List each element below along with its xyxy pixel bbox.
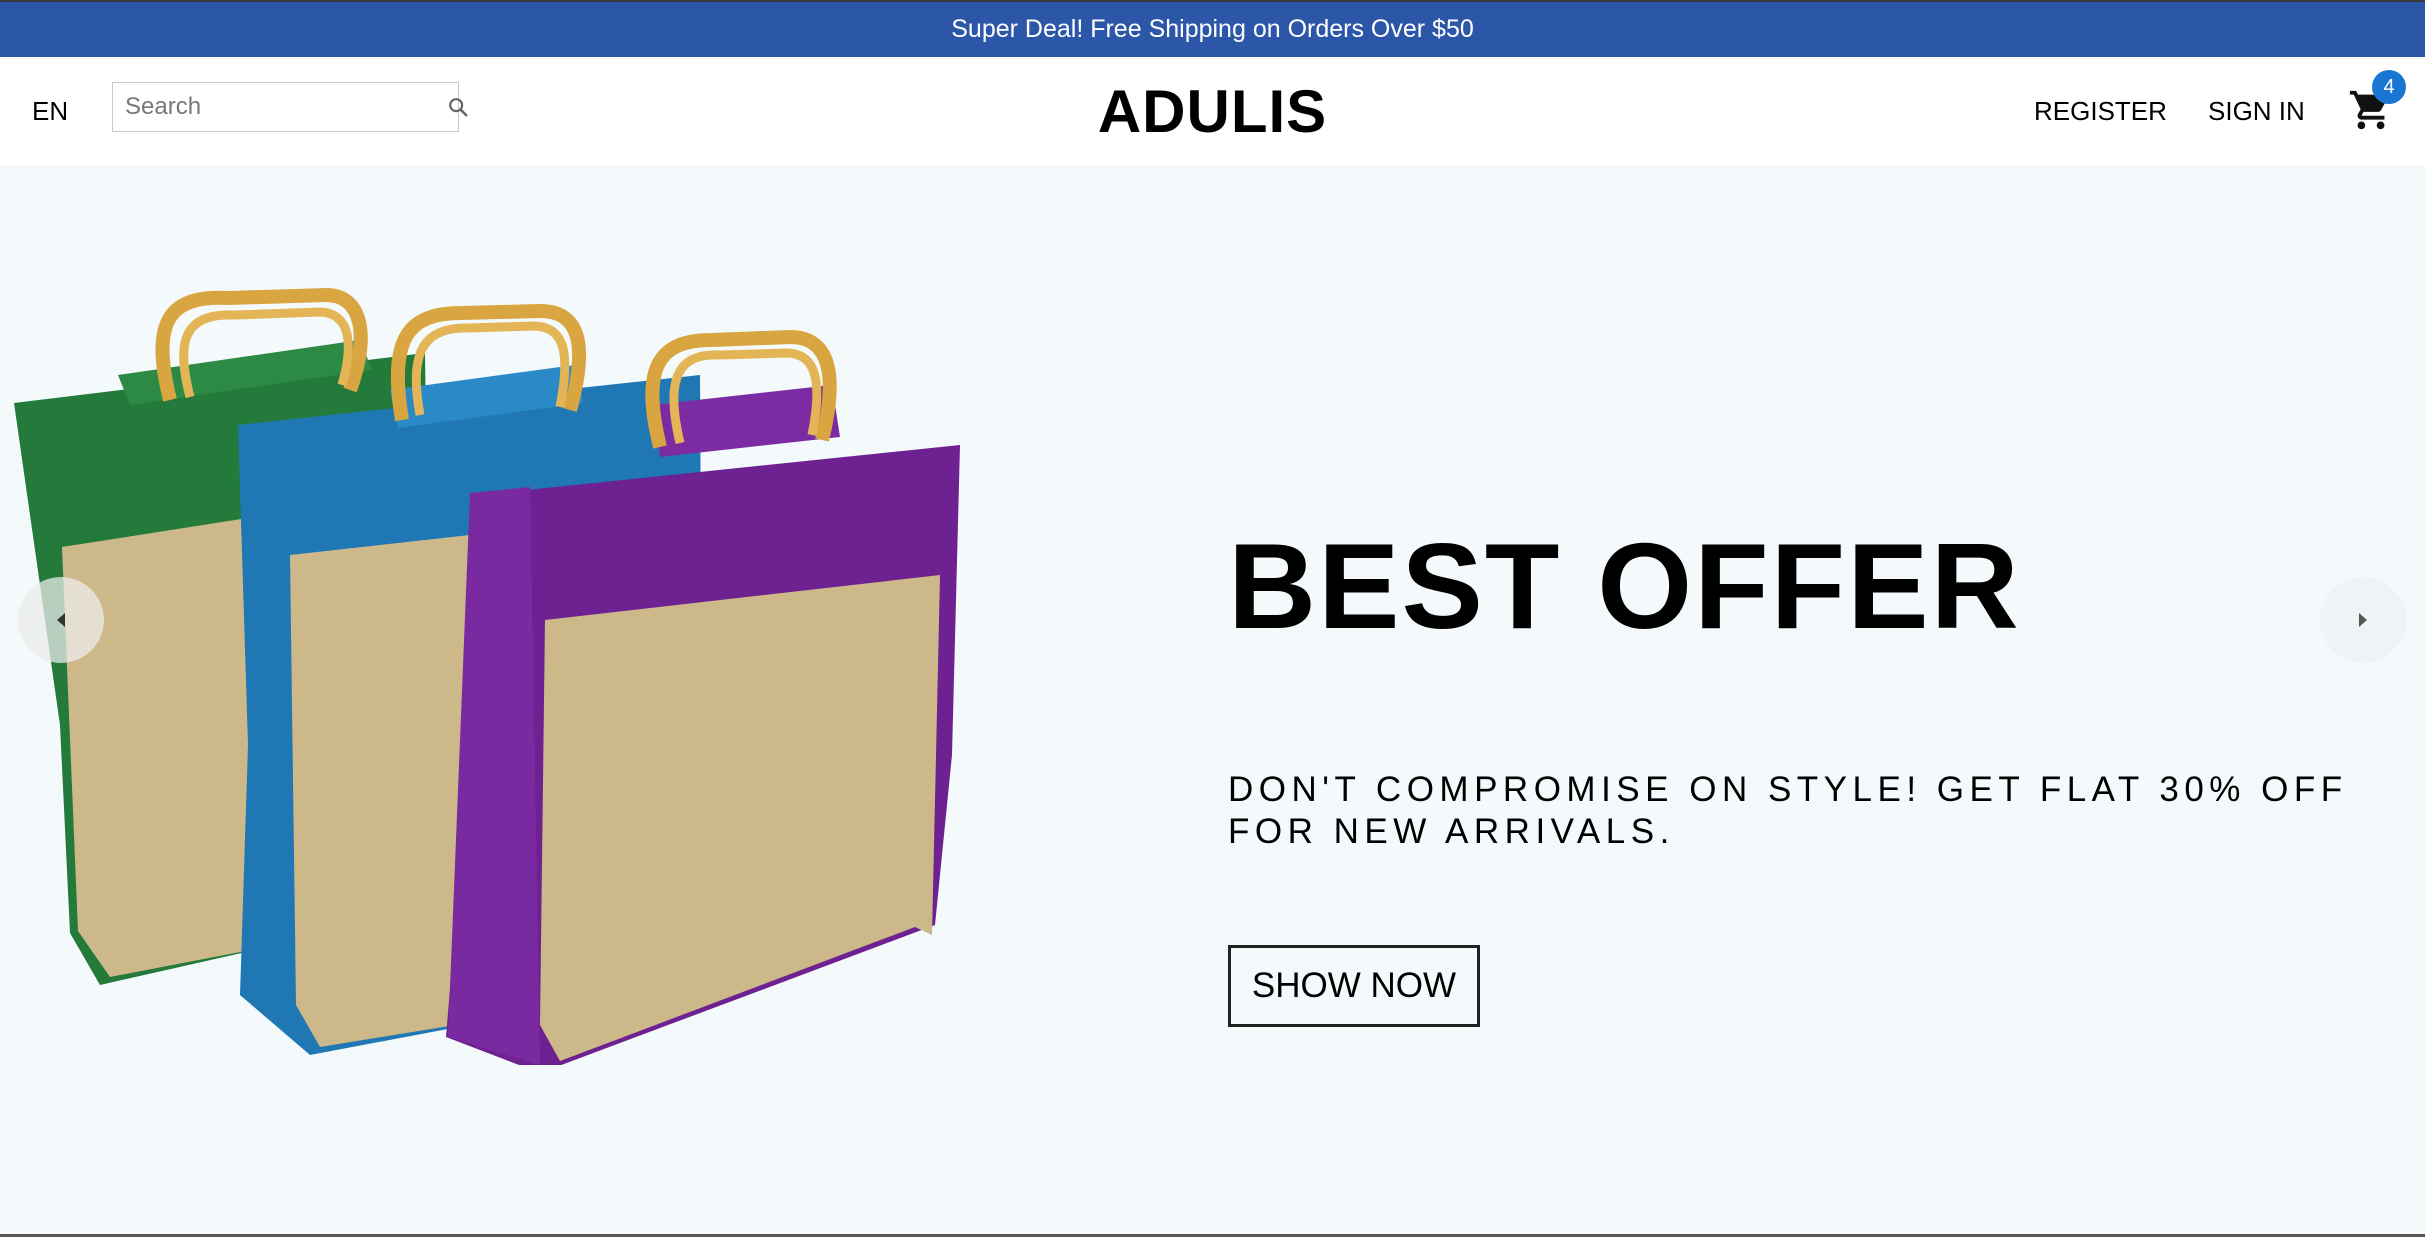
arrow-left-icon — [57, 613, 65, 627]
hero-description: DON'T COMPROMISE ON STYLE! GET FLAT 30% … — [1228, 770, 2348, 851]
sign-in-link[interactable]: SIGN IN — [2208, 57, 2305, 165]
prev-slide-button[interactable] — [18, 577, 104, 663]
search-icon[interactable] — [447, 84, 469, 130]
search-box — [112, 82, 468, 132]
register-link[interactable]: REGISTER — [2034, 57, 2167, 165]
arrow-right-icon — [2359, 613, 2367, 627]
hero-slider: BEST OFFER DON'T COMPROMISE ON STYLE! GE… — [0, 165, 2425, 1234]
announcement-text: Super Deal! Free Shipping on Orders Over… — [951, 15, 1474, 43]
show-now-button[interactable]: SHOW NOW — [1228, 945, 1480, 1027]
search-input[interactable] — [113, 84, 447, 130]
next-slide-button[interactable] — [2320, 577, 2406, 663]
brand-logo[interactable]: ADULIS — [1098, 77, 1327, 146]
cart-count-badge: 4 — [2372, 70, 2406, 104]
announcement-bar: Super Deal! Free Shipping on Orders Over… — [0, 2, 2425, 57]
navbar: EN ADULIS REGISTER SIGN IN 4 — [0, 57, 2425, 165]
product-image — [14, 287, 960, 1065]
language-selector[interactable]: EN — [32, 57, 68, 165]
hero-title: BEST OFFER — [1228, 518, 2021, 654]
